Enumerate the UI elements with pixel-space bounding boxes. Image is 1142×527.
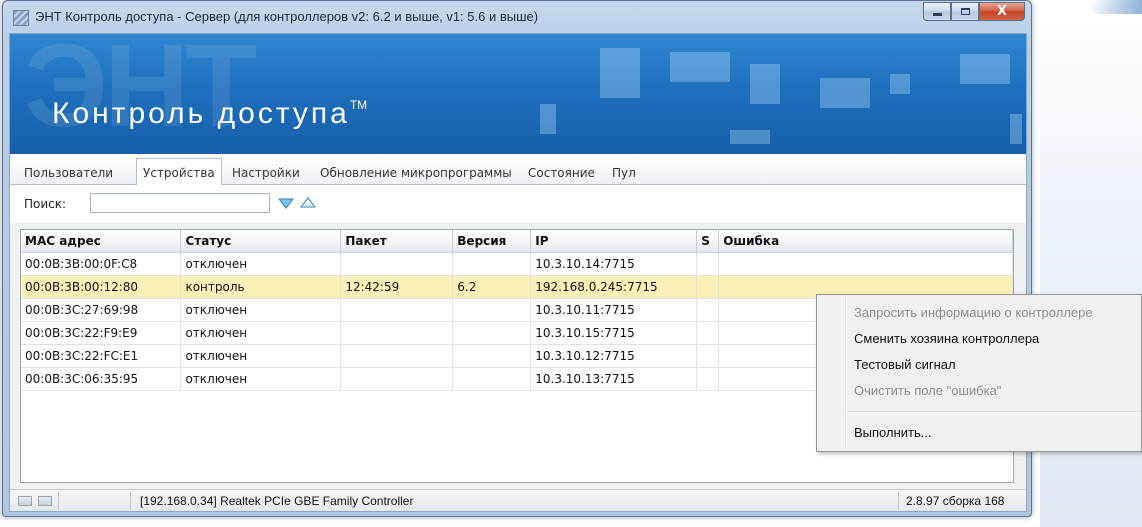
cell-ip: 10.3.10.12:7715	[530, 344, 698, 368]
cell-packet	[340, 367, 454, 391]
banner-pixel-decor	[1010, 114, 1022, 144]
cell-packet	[340, 298, 454, 322]
status-divider	[898, 492, 899, 510]
banner-pixel-decor	[600, 48, 640, 98]
column-header-s[interactable]: S	[696, 230, 720, 253]
cell-s	[696, 367, 720, 391]
banner-pixel-decor	[670, 52, 730, 82]
status-divider	[130, 492, 131, 510]
maximize-button[interactable]	[951, 2, 979, 21]
cell-status: отключен	[180, 298, 342, 322]
cell-ip: 192.168.0.245:7715	[530, 275, 698, 299]
desktop-light-streak	[1090, 0, 1142, 14]
cell-version	[452, 252, 532, 276]
cell-ip: 10.3.10.11:7715	[530, 298, 698, 322]
window-controls: X	[923, 2, 1025, 21]
cell-s	[696, 275, 720, 299]
cell-mac: 00:0B:3C:27:69:98	[21, 298, 182, 322]
tab-pool[interactable]: Пул	[606, 162, 642, 183]
cell-mac: 00:0B:3B:00:0F:C8	[21, 252, 182, 276]
status-indicator-icon	[38, 496, 52, 506]
menu-item-execute[interactable]: Выполнить...	[854, 421, 932, 445]
tab-state[interactable]: Состояние	[522, 162, 601, 183]
column-header-mac[interactable]: MAC адрес	[21, 230, 182, 253]
maximize-icon	[960, 8, 970, 15]
menu-item-change-owner[interactable]: Сменить хозяина контроллера	[854, 327, 1039, 351]
status-bar: [192.168.0.34] Realtek PCIe GBE Family C…	[10, 489, 1026, 511]
cell-packet	[340, 321, 454, 345]
column-header-packet[interactable]: Пакет	[340, 230, 454, 253]
close-button[interactable]: X	[979, 2, 1025, 21]
banner-pixel-decor	[890, 74, 910, 94]
tab-bar: Пользователи Устройства Настройки Обновл…	[10, 154, 1026, 185]
product-banner: ЭНТ Контроль доступаTM	[10, 34, 1026, 154]
trademark: TM	[349, 98, 368, 112]
cell-s	[696, 344, 720, 368]
cell-packet: 12:42:59	[340, 275, 454, 299]
cell-version: 6.2	[452, 275, 532, 299]
cell-version	[452, 344, 532, 368]
column-header-status[interactable]: Статус	[180, 230, 342, 253]
cell-status: отключен	[180, 321, 342, 345]
cell-ip: 10.3.10.15:7715	[530, 321, 698, 345]
cell-error	[718, 252, 1013, 276]
menu-separator	[847, 411, 1139, 413]
close-icon: X	[996, 4, 1008, 19]
minimize-icon	[932, 13, 942, 16]
status-indicator-icon	[18, 496, 32, 506]
title-bar[interactable]: ЭНТ Контроль доступа - Сервер (для контр…	[3, 1, 1031, 33]
cell-status: отключен	[180, 344, 342, 368]
banner-watermark: ЭНТ	[24, 34, 257, 152]
tab-devices[interactable]: Устройства	[136, 158, 222, 185]
cell-s	[696, 298, 720, 322]
triangle-up-icon[interactable]	[300, 197, 316, 209]
column-header-ip[interactable]: IP	[530, 230, 698, 253]
banner-pixel-decor	[820, 78, 870, 108]
banner-pixel-decor	[960, 54, 1010, 84]
app-icon[interactable]	[13, 10, 29, 26]
cell-packet	[340, 252, 454, 276]
cell-ip: 10.3.10.14:7715	[530, 252, 698, 276]
window-title: ЭНТ Контроль доступа - Сервер (для контр…	[35, 9, 539, 24]
cell-version	[452, 367, 532, 391]
menu-item-request-info[interactable]: Запросить информацию о контроллере	[854, 301, 1093, 325]
menu-item-clear-error[interactable]: Очистить поле "ошибка"	[854, 379, 1001, 403]
cell-s	[696, 321, 720, 345]
product-name: Контроль доступа	[52, 97, 350, 130]
cell-s	[696, 252, 720, 276]
cell-ip: 10.3.10.13:7715	[530, 367, 698, 391]
cell-mac: 00:0B:3C:22:FC:E1	[21, 344, 182, 368]
search-label: Поиск:	[24, 197, 67, 211]
cell-status: отключен	[180, 367, 342, 391]
banner-pixel-decor	[750, 64, 780, 104]
cell-version	[452, 298, 532, 322]
triangle-down-icon[interactable]	[278, 197, 294, 209]
banner-pixel-decor	[730, 130, 770, 144]
tab-users[interactable]: Пользователи	[18, 162, 119, 183]
cell-status: отключен	[180, 252, 342, 276]
app-version: 2.8.97 сборка 168	[906, 494, 1005, 508]
menu-item-test-signal[interactable]: Тестовый сигнал	[854, 353, 956, 377]
context-menu: Запросить информацию о контроллере Смени…	[816, 294, 1142, 452]
banner-pixel-decor	[540, 104, 556, 134]
network-adapter-status: [192.168.0.34] Realtek PCIe GBE Family C…	[140, 494, 414, 508]
product-title: Контроль доступаTM	[52, 97, 367, 131]
cell-status: контроль	[180, 275, 342, 299]
cell-mac: 00:0B:3C:22:F9:E9	[21, 321, 182, 345]
search-input[interactable]	[90, 193, 270, 213]
status-divider	[58, 492, 59, 510]
minimize-button[interactable]	[923, 2, 951, 21]
column-header-version[interactable]: Версия	[452, 230, 532, 253]
cell-packet	[340, 344, 454, 368]
column-header-error[interactable]: Ошибка	[718, 230, 1013, 253]
cell-version	[452, 321, 532, 345]
search-bar: Поиск:	[10, 185, 1026, 223]
table-row[interactable]: 00:0B:3B:00:0F:C8 отключен 10.3.10.14:77…	[21, 252, 1013, 276]
table-header-row: MAC адрес Статус Пакет Версия IP S Ошибк…	[21, 230, 1013, 253]
cell-mac: 00:0B:3C:06:35:95	[21, 367, 182, 391]
cell-mac: 00:0B:3B:00:12:80	[21, 275, 182, 299]
tab-firmware-update[interactable]: Обновление микропрограммы	[314, 162, 518, 183]
tab-settings[interactable]: Настройки	[226, 162, 306, 183]
